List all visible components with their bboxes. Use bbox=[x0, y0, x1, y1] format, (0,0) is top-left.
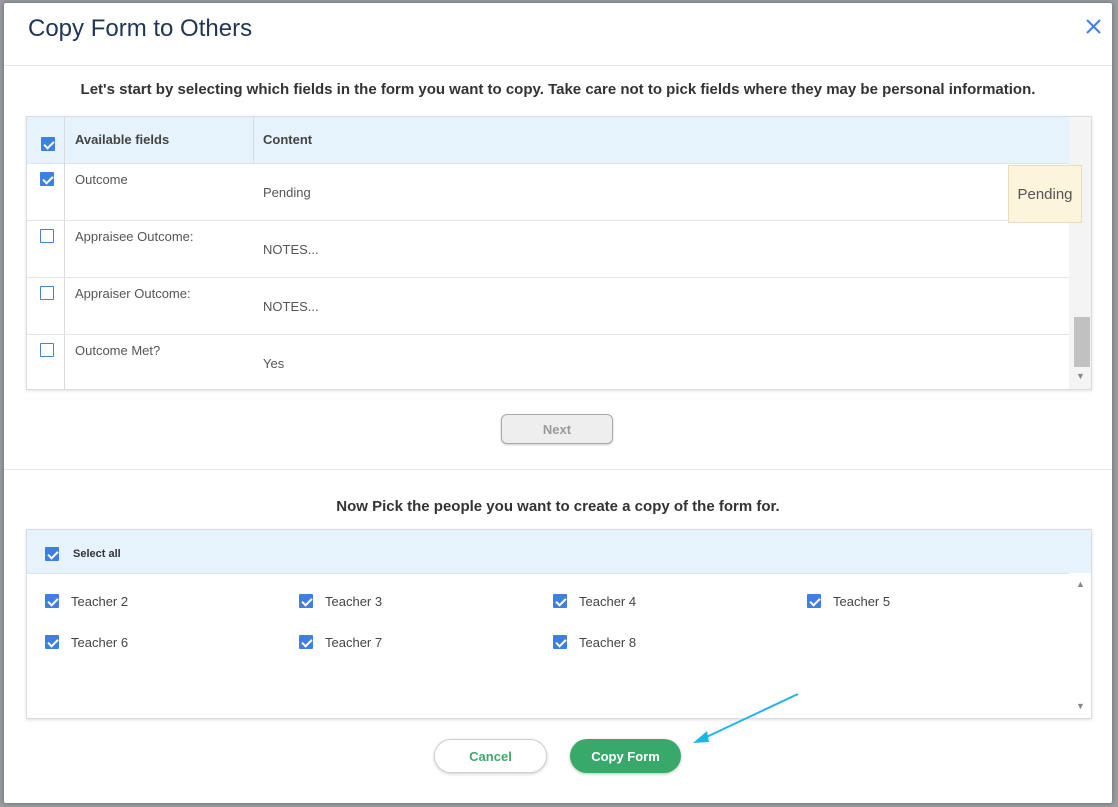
scroll-up-arrow-icon[interactable]: ▲ bbox=[1076, 579, 1085, 589]
field-name: Outcome Met? bbox=[75, 343, 161, 358]
content-tooltip: Pending bbox=[1008, 165, 1082, 223]
field-content: NOTES... bbox=[263, 299, 319, 314]
person-checkbox[interactable] bbox=[553, 635, 567, 649]
field-content: Pending bbox=[263, 185, 311, 200]
field-name: Appraiser Outcome: bbox=[75, 286, 191, 301]
person-name: Teacher 7 bbox=[325, 635, 383, 650]
select-all-label[interactable]: Select all bbox=[73, 548, 121, 560]
fields-table: Available fields Content Outcome Pending… bbox=[26, 116, 1092, 390]
cancel-button[interactable]: Cancel bbox=[434, 739, 547, 773]
column-divider bbox=[253, 117, 254, 163]
modal-title: Copy Form to Others bbox=[28, 15, 253, 42]
table-row: Outcome Pending bbox=[27, 164, 1069, 221]
close-button[interactable] bbox=[1082, 15, 1106, 39]
field-name: Outcome bbox=[75, 172, 128, 187]
close-icon bbox=[1086, 19, 1101, 34]
people-table-header: Select all bbox=[27, 530, 1091, 574]
person-name: Teacher 4 bbox=[579, 594, 637, 609]
header-available-fields: Available fields bbox=[75, 132, 170, 147]
field-name: Appraisee Outcome: bbox=[75, 229, 194, 244]
row-checkbox-outcome-met[interactable] bbox=[40, 343, 54, 357]
table-row: Appraisee Outcome: NOTES... bbox=[27, 221, 1069, 278]
header-divider bbox=[4, 65, 1112, 66]
scroll-down-arrow-icon[interactable]: ▼ bbox=[1076, 371, 1085, 381]
copy-form-modal: Copy Form to Others Let's start by selec… bbox=[4, 3, 1112, 803]
copy-form-button[interactable]: Copy Form bbox=[570, 739, 681, 773]
scroll-down-arrow-icon[interactable]: ▼ bbox=[1076, 701, 1085, 711]
person-name: Teacher 5 bbox=[833, 594, 891, 609]
person-checkbox[interactable] bbox=[45, 594, 59, 608]
section-divider bbox=[4, 469, 1112, 470]
fields-table-header: Available fields Content bbox=[27, 117, 1069, 164]
next-button[interactable]: Next bbox=[501, 414, 613, 444]
person-checkbox[interactable] bbox=[807, 594, 821, 608]
fields-scroll-thumb[interactable] bbox=[1074, 317, 1090, 367]
person-checkbox[interactable] bbox=[553, 594, 567, 608]
table-row: Outcome Met? Yes bbox=[27, 335, 1069, 389]
table-row: Appraiser Outcome: NOTES... bbox=[27, 278, 1069, 335]
fields-scrollbar[interactable]: ▼ bbox=[1069, 117, 1091, 389]
people-scrollbar[interactable]: ▲ ▼ bbox=[1069, 573, 1091, 718]
person-checkbox[interactable] bbox=[299, 635, 313, 649]
row-checkbox-appraiser-outcome[interactable] bbox=[40, 286, 54, 300]
person-checkbox[interactable] bbox=[299, 594, 313, 608]
person-name: Teacher 8 bbox=[579, 635, 637, 650]
row-checkbox-outcome[interactable] bbox=[40, 172, 54, 186]
field-content: Yes bbox=[263, 356, 285, 371]
people-instructions: Now Pick the people you want to create a… bbox=[336, 498, 780, 515]
select-all-checkbox[interactable] bbox=[45, 547, 59, 561]
people-table: Select all Teacher 2 Teacher 3 Teacher 4… bbox=[26, 529, 1092, 719]
field-content: NOTES... bbox=[263, 242, 319, 257]
person-name: Teacher 2 bbox=[71, 594, 129, 609]
fields-instructions: Let's start by selecting which fields in… bbox=[80, 81, 1036, 98]
header-content: Content bbox=[263, 132, 313, 147]
person-name: Teacher 6 bbox=[71, 635, 129, 650]
person-checkbox[interactable] bbox=[45, 635, 59, 649]
header-checkbox[interactable] bbox=[41, 137, 55, 151]
person-name: Teacher 3 bbox=[325, 594, 383, 609]
row-checkbox-appraisee-outcome[interactable] bbox=[40, 229, 54, 243]
